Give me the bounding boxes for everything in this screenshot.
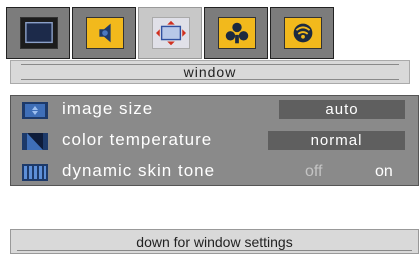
tab-window[interactable] <box>138 7 202 59</box>
menu-item-image-size[interactable]: image size auto <box>11 96 418 124</box>
speaker-icon <box>86 17 124 49</box>
tab-channel[interactable] <box>270 7 334 59</box>
image-size-value[interactable]: auto <box>279 100 405 119</box>
option-on[interactable]: on <box>375 163 393 181</box>
menu-item-skin-tone[interactable]: dynamic skin tone off on <box>11 158 418 186</box>
color-temperature-value[interactable]: normal <box>268 131 405 150</box>
menu-item-label: image size <box>62 99 154 118</box>
hint-bar: down for window settings <box>10 229 419 254</box>
tab-features[interactable] <box>204 7 268 59</box>
tab-sound[interactable] <box>72 7 136 59</box>
settings-menu: image size auto color temperature normal… <box>10 95 419 186</box>
window-resize-icon <box>152 17 190 49</box>
menu-item-label: color temperature <box>62 130 213 149</box>
page-title: window <box>183 64 237 80</box>
settings-clubs-icon <box>218 17 256 49</box>
menu-item-color-temperature[interactable]: color temperature normal <box>11 127 418 155</box>
color-temperature-icon <box>22 133 48 150</box>
monitor-icon <box>20 17 58 49</box>
tab-picture[interactable] <box>6 7 70 59</box>
page-title-bar: window <box>10 60 410 84</box>
skin-tone-icon <box>22 164 48 181</box>
antenna-icon <box>284 17 322 49</box>
menu-item-label: dynamic skin tone <box>62 161 216 180</box>
hint-text: down for window settings <box>136 234 293 250</box>
image-size-icon <box>22 102 48 119</box>
option-off[interactable]: off <box>305 163 323 181</box>
